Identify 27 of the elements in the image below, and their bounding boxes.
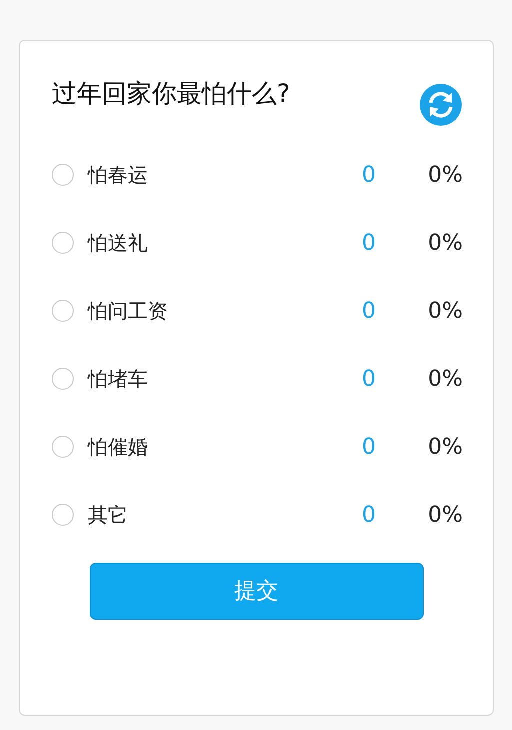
vote-percent: 0%	[427, 230, 463, 258]
radio-button[interactable]	[52, 436, 74, 458]
radio-button[interactable]	[52, 300, 74, 322]
vote-percent: 0%	[427, 366, 463, 394]
vote-count: 0	[361, 366, 377, 394]
option-label: 其它	[88, 502, 129, 529]
vote-count: 0	[361, 230, 377, 258]
vote-count: 0	[361, 502, 377, 530]
option-label: 怕堵车	[88, 366, 149, 393]
radio-button[interactable]	[52, 504, 74, 526]
vote-percent: 0%	[427, 162, 463, 190]
option-label: 怕春运	[88, 162, 149, 189]
vote-count: 0	[361, 434, 377, 462]
vote-percent: 0%	[427, 434, 463, 462]
refresh-icon[interactable]	[419, 83, 463, 127]
option-label: 怕送礼	[88, 230, 149, 257]
option-label: 怕催婚	[88, 434, 149, 461]
vote-percent: 0%	[427, 298, 463, 326]
vote-count: 0	[361, 162, 377, 190]
radio-button[interactable]	[52, 232, 74, 254]
radio-button[interactable]	[52, 368, 74, 390]
submit-button[interactable]: 提交	[90, 563, 424, 620]
vote-count: 0	[361, 298, 377, 326]
option-label: 怕问工资	[88, 298, 169, 325]
radio-button[interactable]	[52, 164, 74, 186]
poll-title: 过年回家你最怕什么?	[52, 79, 290, 109]
vote-percent: 0%	[427, 502, 463, 530]
